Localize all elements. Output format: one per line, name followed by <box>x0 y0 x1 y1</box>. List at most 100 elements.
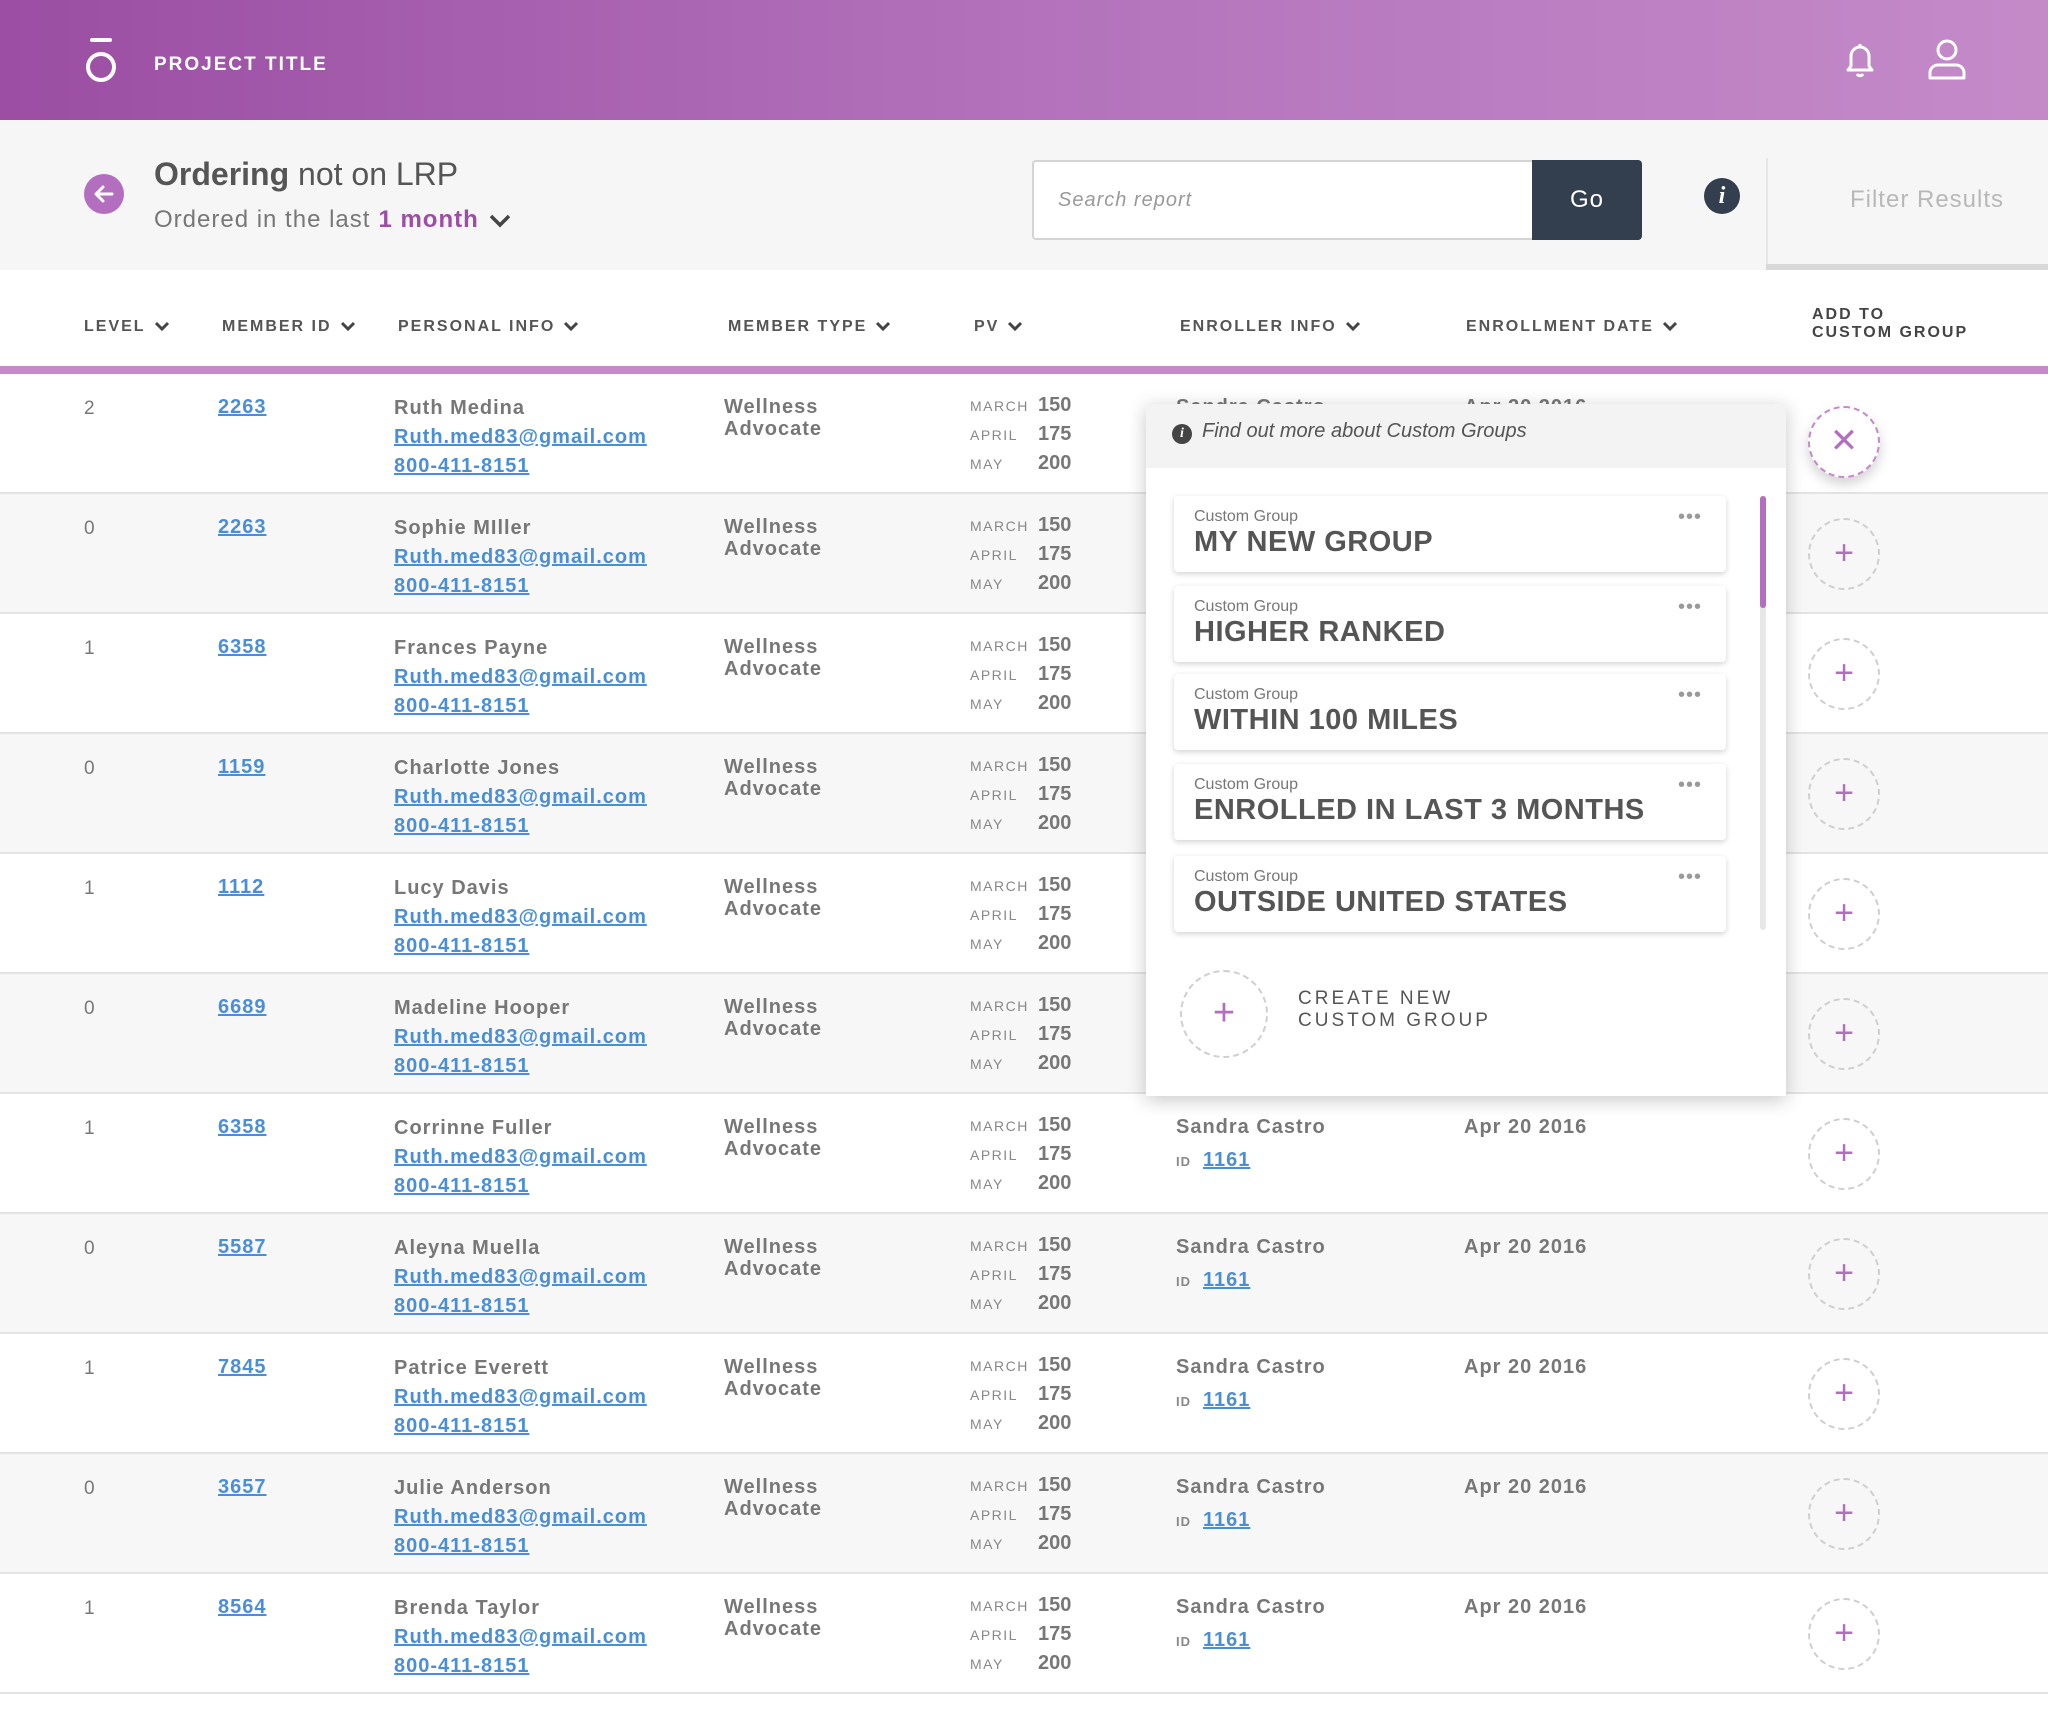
column-header-member-id[interactable]: MEMBER ID <box>222 318 356 336</box>
member-phone-link[interactable]: 800-411-8151 <box>394 932 647 961</box>
member-id-link[interactable]: 2263 <box>218 516 267 539</box>
member-id-link[interactable]: 2263 <box>218 396 267 419</box>
column-header-pv[interactable]: PV <box>974 318 1023 336</box>
member-id-link[interactable]: 1112 <box>218 876 264 899</box>
custom-group-card[interactable]: Custom Group MY NEW GROUP ••• <box>1174 496 1726 572</box>
table-row: 1 7845 Patrice Everett Ruth.med83@gmail.… <box>0 1334 2048 1454</box>
back-button[interactable] <box>84 174 124 214</box>
member-id-link[interactable]: 8564 <box>218 1596 267 1619</box>
column-header-personal-info[interactable]: PERSONAL INFO <box>398 318 579 336</box>
member-phone-link[interactable]: 800-411-8151 <box>394 1652 647 1681</box>
add-to-custom-group-button[interactable]: + <box>1808 1358 1880 1430</box>
column-header-member-type[interactable]: MEMBER TYPE <box>728 318 891 336</box>
member-email-link[interactable]: Ruth.med83@gmail.com <box>394 663 647 692</box>
member-email-link[interactable]: Ruth.med83@gmail.com <box>394 1143 647 1172</box>
pv-month-label: MAY <box>970 1176 1004 1192</box>
member-email-link[interactable]: Ruth.med83@gmail.com <box>394 1623 647 1652</box>
close-custom-group-button[interactable]: ✕ <box>1808 406 1880 478</box>
custom-group-card[interactable]: Custom Group WITHIN 100 MILES ••• <box>1174 674 1726 750</box>
brand-logo[interactable] <box>84 36 118 86</box>
go-button[interactable]: Go <box>1532 160 1642 240</box>
pv-value: 200 <box>1038 1532 1072 1554</box>
scrollbar-thumb[interactable] <box>1760 496 1766 608</box>
member-email-link[interactable]: Ruth.med83@gmail.com <box>394 903 647 932</box>
member-phone-link[interactable]: 800-411-8151 <box>394 1052 647 1081</box>
add-to-custom-group-button[interactable]: + <box>1808 1478 1880 1550</box>
member-email-link[interactable]: Ruth.med83@gmail.com <box>394 1383 647 1412</box>
more-options-icon[interactable]: ••• <box>1678 506 1702 529</box>
pv-month-label: MARCH <box>970 518 1029 534</box>
enroller-id-link[interactable]: 1161 <box>1203 1629 1250 1651</box>
filter-results-button[interactable]: Filter Results <box>1766 158 2048 266</box>
level-value: 1 <box>84 1118 95 1139</box>
member-name: Ruth Medina <box>394 397 525 419</box>
period-value[interactable]: 1 month <box>378 206 478 233</box>
more-options-icon[interactable]: ••• <box>1678 684 1702 707</box>
member-email-link[interactable]: Ruth.med83@gmail.com <box>394 543 647 572</box>
user-profile-icon[interactable] <box>1926 38 1968 82</box>
personal-info: Sophie MIller Ruth.med83@gmail.com 800-4… <box>394 514 647 601</box>
chevron-down-icon <box>340 318 356 336</box>
enroller-id-link[interactable]: 1161 <box>1203 1149 1250 1171</box>
pv-month-label: MARCH <box>970 1238 1029 1254</box>
add-to-custom-group-button[interactable]: + <box>1808 758 1880 830</box>
member-id-link[interactable]: 7845 <box>218 1356 267 1379</box>
member-id-link[interactable]: 5587 <box>218 1236 267 1259</box>
popover-info-link[interactable]: i Find out more about Custom Groups <box>1146 404 1786 468</box>
member-email-link[interactable]: Ruth.med83@gmail.com <box>394 783 647 812</box>
member-id-link[interactable]: 6689 <box>218 996 267 1019</box>
pv-value: 150 <box>1038 1474 1072 1496</box>
enroller-id-link[interactable]: 1161 <box>1203 1509 1250 1531</box>
member-phone-link[interactable]: 800-411-8151 <box>394 1412 647 1441</box>
add-to-custom-group-button[interactable]: + <box>1808 1118 1880 1190</box>
member-name: Patrice Everett <box>394 1357 550 1379</box>
add-to-custom-group-button[interactable]: + <box>1808 878 1880 950</box>
create-custom-group-label[interactable]: CREATE NEW CUSTOM GROUP <box>1298 988 1491 1032</box>
enroller-id-link[interactable]: 1161 <box>1203 1389 1250 1411</box>
custom-group-card[interactable]: Custom Group OUTSIDE UNITED STATES ••• <box>1174 856 1726 932</box>
create-custom-group-button[interactable]: + <box>1180 970 1268 1058</box>
member-phone-link[interactable]: 800-411-8151 <box>394 812 647 841</box>
custom-group-card[interactable]: Custom Group HIGHER RANKED ••• <box>1174 586 1726 662</box>
column-header-level[interactable]: LEVEL <box>84 318 170 336</box>
member-id-link[interactable]: 3657 <box>218 1476 267 1499</box>
member-name: Madeline Hooper <box>394 997 571 1019</box>
custom-group-card[interactable]: Custom Group ENROLLED IN LAST 3 MONTHS •… <box>1174 764 1726 840</box>
pv-value: 200 <box>1038 812 1072 834</box>
notification-bell-icon[interactable] <box>1840 40 1880 82</box>
more-options-icon[interactable]: ••• <box>1678 866 1702 889</box>
pv-month-label: APRIL <box>970 667 1018 683</box>
more-options-icon[interactable]: ••• <box>1678 774 1702 797</box>
member-phone-link[interactable]: 800-411-8151 <box>394 1292 647 1321</box>
custom-group-caption: Custom Group <box>1194 776 1299 793</box>
member-id-link[interactable]: 1159 <box>218 756 265 779</box>
add-to-custom-group-button[interactable]: + <box>1808 998 1880 1070</box>
project-title: PROJECT TITLE <box>154 54 328 75</box>
member-phone-link[interactable]: 800-411-8151 <box>394 452 647 481</box>
more-options-icon[interactable]: ••• <box>1678 596 1702 619</box>
member-phone-link[interactable]: 800-411-8151 <box>394 692 647 721</box>
member-id-link[interactable]: 6358 <box>218 1116 267 1139</box>
add-to-custom-group-button[interactable]: + <box>1808 1598 1880 1670</box>
chevron-down-icon[interactable] <box>489 207 511 235</box>
add-to-custom-group-button[interactable]: + <box>1808 518 1880 590</box>
pv-month-label: APRIL <box>970 1387 1018 1403</box>
member-phone-link[interactable]: 800-411-8151 <box>394 1172 647 1201</box>
member-phone-link[interactable]: 800-411-8151 <box>394 572 647 601</box>
report-period-selector[interactable]: Ordered in the last 1 month <box>154 206 511 235</box>
member-email-link[interactable]: Ruth.med83@gmail.com <box>394 1503 647 1532</box>
search-input[interactable] <box>1034 162 1532 238</box>
info-icon[interactable]: i <box>1704 178 1740 214</box>
add-to-custom-group-button[interactable]: + <box>1808 1238 1880 1310</box>
member-phone-link[interactable]: 800-411-8151 <box>394 1532 647 1561</box>
member-email-link[interactable]: Ruth.med83@gmail.com <box>394 1263 647 1292</box>
enroller-id-link[interactable]: 1161 <box>1203 1269 1250 1291</box>
column-header-enroller-info[interactable]: ENROLLER INFO <box>1180 318 1361 336</box>
member-email-link[interactable]: Ruth.med83@gmail.com <box>394 423 647 452</box>
table-row: 1 8564 Brenda Taylor Ruth.med83@gmail.co… <box>0 1574 2048 1694</box>
column-header-enrollment-date[interactable]: ENROLLMENT DATE <box>1466 318 1678 336</box>
add-to-custom-group-button[interactable]: + <box>1808 638 1880 710</box>
member-id-link[interactable]: 6358 <box>218 636 267 659</box>
member-email-link[interactable]: Ruth.med83@gmail.com <box>394 1023 647 1052</box>
pv-month-label: MARCH <box>970 998 1029 1014</box>
